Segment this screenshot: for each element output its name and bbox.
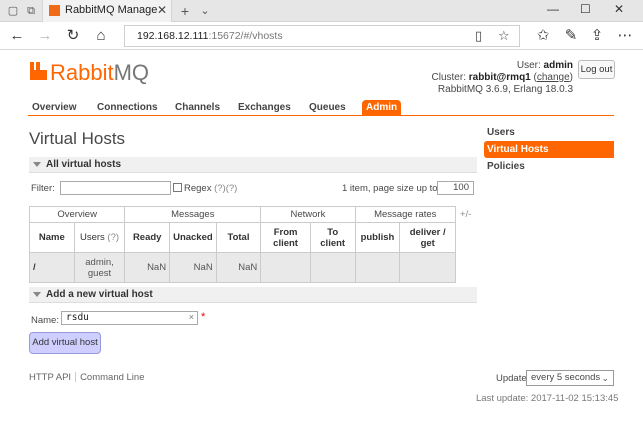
back-icon[interactable]: ←: [8, 27, 26, 45]
col-ready[interactable]: Ready: [124, 222, 171, 253]
vhost-from-client-cell: [260, 252, 311, 283]
col-total[interactable]: Total: [215, 222, 262, 253]
tab-queues[interactable]: Queues: [305, 100, 350, 116]
tab-overview[interactable]: Overview: [28, 100, 80, 116]
forward-icon[interactable]: →: [36, 27, 54, 45]
regex-checkbox[interactable]: [173, 183, 182, 192]
col-from-client[interactable]: From client: [260, 222, 311, 253]
regex-label: Regex (?)(?): [184, 183, 238, 194]
home-icon[interactable]: ⌂: [92, 27, 110, 45]
sidebar-item-policies[interactable]: Policies: [484, 158, 614, 175]
last-update-text: Last update: 2017-11-02 15:13:45: [476, 393, 619, 404]
footer-links: HTTP API Command Line: [29, 372, 144, 383]
tab-connections[interactable]: Connections: [93, 100, 162, 116]
tab-list-chevron-icon[interactable]: ⌄: [198, 4, 212, 18]
cluster-name: rabbit@rmq1: [468, 72, 531, 83]
sidebar-item-virtual-hosts[interactable]: Virtual Hosts: [484, 141, 614, 158]
table-row[interactable]: / admin, guest NaN NaN NaN: [29, 252, 456, 283]
vhost-users-cell: admin, guest: [73, 252, 126, 283]
url-text: 192.168.12.111:15672/#/vhosts: [137, 30, 283, 42]
version-text: RabbitMQ 3.6.9, Erlang 18.0.3: [437, 84, 573, 95]
required-marker: *: [201, 311, 206, 323]
sidebar-item-users[interactable]: Users: [484, 124, 614, 141]
admin-sidebar: Users Virtual Hosts Policies: [484, 124, 614, 175]
group-messages: Messages: [124, 206, 262, 223]
share-icon[interactable]: ⇪: [588, 27, 606, 45]
collapse-triangle-icon: [33, 162, 41, 167]
tab-admin[interactable]: Admin: [362, 100, 402, 116]
http-api-link[interactable]: HTTP API: [29, 372, 71, 383]
columns-toggle-link[interactable]: +/-: [460, 209, 471, 220]
command-line-link[interactable]: Command Line: [80, 372, 144, 383]
current-user: admin: [543, 60, 573, 71]
browser-nav-bar: ← → ↻ ⌂ 192.168.12.111:15672/#/vhosts ▯ …: [0, 22, 643, 50]
rabbitmq-favicon-icon: [49, 5, 60, 16]
col-name[interactable]: Name: [29, 222, 75, 253]
favorite-star-icon[interactable]: ☆: [498, 28, 510, 44]
col-users[interactable]: Users (?): [73, 222, 126, 253]
group-overview: Overview: [28, 206, 126, 223]
group-network: Network: [260, 206, 356, 223]
vhosts-table: Overview Messages Network Message rates …: [28, 206, 457, 283]
collapse-triangle-icon: [33, 292, 41, 297]
col-unacked[interactable]: Unacked: [169, 222, 217, 253]
browser-tab-bar: ▢ ⧉ RabbitMQ Managemen ✕ + ⌄ — ☐ ✕: [0, 0, 643, 22]
address-bar[interactable]: 192.168.12.111:15672/#/vhosts ▯ ☆: [124, 25, 520, 47]
page-title: Virtual Hosts: [29, 129, 126, 148]
vhost-name-label: Name:: [31, 315, 59, 326]
chevron-down-icon: ⌄: [601, 373, 609, 383]
add-vhost-button[interactable]: Add virtual host: [29, 332, 101, 354]
notes-pen-icon[interactable]: ✎: [562, 27, 580, 45]
vhost-to-client-cell: [309, 252, 356, 283]
clear-input-icon[interactable]: ×: [189, 312, 194, 322]
vhost-name-input[interactable]: rsdu ×: [61, 311, 198, 325]
vhost-name-cell[interactable]: /: [29, 252, 75, 283]
tab-preview-icon[interactable]: ⧉: [24, 4, 38, 18]
change-cluster-link[interactable]: change: [537, 72, 570, 83]
vhost-publish-cell: [354, 252, 401, 283]
vhost-total-cell: NaN: [215, 252, 262, 283]
rabbit-logo-icon: [30, 62, 47, 80]
add-vhost-section-header[interactable]: Add a new virtual host: [29, 287, 477, 303]
vhost-unacked-cell: NaN: [169, 252, 217, 283]
col-deliver-get[interactable]: deliver / get: [399, 222, 456, 253]
paging-label: 1 item, page size up to: [342, 183, 438, 194]
tab-manager-icon[interactable]: ▢: [6, 4, 20, 18]
col-to-client[interactable]: To client: [309, 222, 356, 253]
filter-label: Filter:: [31, 183, 55, 194]
update-interval-select[interactable]: every 5 seconds ⌄: [526, 370, 614, 386]
logo-text: RabbitMQ: [50, 60, 150, 85]
vhost-deliver-get-cell: [399, 252, 456, 283]
new-tab-icon[interactable]: +: [178, 4, 192, 18]
favorites-hub-icon[interactable]: ✩: [534, 27, 552, 45]
close-window-icon[interactable]: ✕: [614, 2, 624, 16]
login-details: User: admin Cluster: rabbit@rmq1 (change…: [431, 60, 573, 95]
vhost-ready-cell: NaN: [124, 252, 171, 283]
tab-exchanges[interactable]: Exchanges: [234, 100, 295, 116]
main-tabs: Overview Connections Channels Exchanges …: [28, 100, 614, 116]
all-vhosts-section-header[interactable]: All virtual hosts: [29, 157, 477, 173]
logout-button[interactable]: Log out: [578, 60, 615, 79]
tab-channels[interactable]: Channels: [171, 100, 224, 116]
close-tab-icon[interactable]: ✕: [157, 3, 167, 17]
more-icon[interactable]: ⋯: [616, 27, 634, 45]
page-size-input[interactable]: 100: [437, 181, 474, 195]
reading-view-icon[interactable]: ▯: [475, 28, 482, 44]
update-label: Update: [496, 373, 527, 384]
regex-help[interactable]: (?)(?): [214, 183, 237, 194]
minimize-icon[interactable]: —: [547, 2, 559, 16]
maximize-icon[interactable]: ☐: [580, 2, 591, 16]
vhost-name-value: rsdu: [66, 312, 89, 323]
browser-tab[interactable]: RabbitMQ Managemen ✕: [42, 0, 172, 22]
refresh-icon[interactable]: ↻: [64, 27, 82, 45]
browser-tab-title: RabbitMQ Managemen: [65, 4, 157, 16]
group-message-rates: Message rates: [354, 206, 457, 223]
col-publish[interactable]: publish: [354, 222, 401, 253]
filter-input[interactable]: [60, 181, 171, 195]
